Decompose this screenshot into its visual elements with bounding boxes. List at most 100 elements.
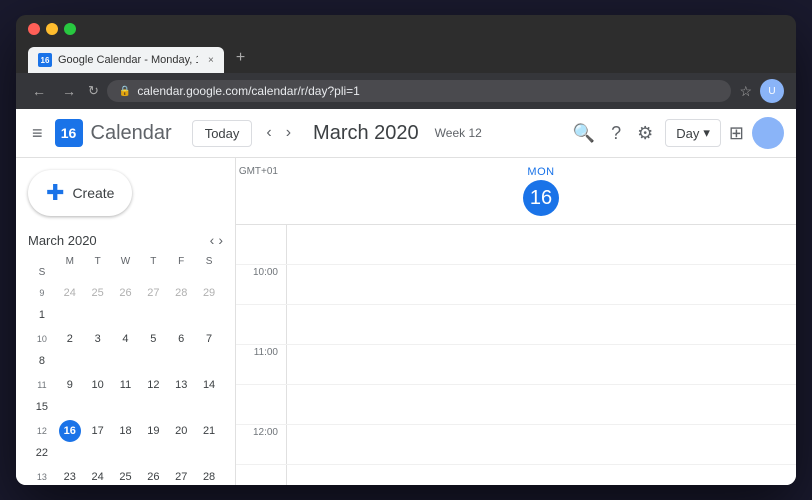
mini-calendar-day[interactable]: 15 <box>31 396 53 418</box>
mini-week-number: 10 <box>28 328 56 350</box>
mini-calendar-day[interactable]: 27 <box>170 466 192 485</box>
calendar-header: ≡ 16 Calendar Today ‹ › March 2020 Week … <box>16 109 796 158</box>
mini-week-row: 119101112131415 <box>28 374 223 418</box>
forward-button[interactable]: → <box>58 81 80 101</box>
settings-button[interactable]: ⚙ <box>633 119 657 148</box>
mini-day-label: S <box>195 256 223 267</box>
new-tab-button[interactable]: + <box>228 43 253 73</box>
active-tab[interactable]: 16 Google Calendar - Monday, 16 ... × <box>28 47 224 73</box>
mini-calendar-day[interactable]: 11 <box>114 374 136 396</box>
time-slot[interactable] <box>286 345 796 384</box>
next-date-button[interactable]: › <box>280 120 297 146</box>
create-plus-icon: ✚ <box>46 180 64 206</box>
time-slot[interactable] <box>286 225 796 264</box>
mini-day-label: W <box>112 256 140 267</box>
prev-date-button[interactable]: ‹ <box>260 120 277 146</box>
time-row <box>236 225 796 265</box>
mini-calendar-day[interactable]: 26 <box>142 466 164 485</box>
mini-calendar-day[interactable]: 27 <box>142 282 164 304</box>
today-button[interactable]: Today <box>192 120 253 147</box>
mini-calendar-day[interactable]: 8 <box>31 350 53 372</box>
mini-calendar-day[interactable]: 14 <box>198 374 220 396</box>
mini-nav-buttons: ‹ › <box>210 232 223 248</box>
time-row <box>236 305 796 345</box>
maximize-window-button[interactable] <box>64 23 76 35</box>
mini-calendar-day[interactable]: 25 <box>114 466 136 485</box>
back-button[interactable]: ← <box>28 81 50 101</box>
mini-calendar-day[interactable]: 29 <box>198 282 220 304</box>
user-avatar[interactable] <box>752 117 784 149</box>
mini-calendar-day[interactable]: 19 <box>142 420 164 442</box>
mini-calendar-day[interactable]: 6 <box>170 328 192 350</box>
mini-day-label: F <box>167 256 195 267</box>
mini-calendar-day[interactable]: 20 <box>170 420 192 442</box>
mini-week-row: 1216 1718 19 20 21 22 <box>28 420 223 464</box>
time-label <box>236 385 286 424</box>
search-button[interactable]: 🔍 <box>569 119 599 148</box>
mini-calendar-day[interactable]: 21 <box>198 420 220 442</box>
reload-button[interactable]: ↻ <box>88 83 99 99</box>
mini-calendar-day[interactable]: 2 <box>59 328 81 350</box>
day-view-header: GMT+01 MON 16 <box>236 158 796 225</box>
time-row <box>236 385 796 425</box>
mini-calendar-day[interactable]: 25 <box>87 282 109 304</box>
mini-calendar-day[interactable]: 28 <box>198 466 220 485</box>
tabs-bar: 16 Google Calendar - Monday, 16 ... × + <box>28 43 784 73</box>
calendar-page: ≡ 16 Calendar Today ‹ › March 2020 Week … <box>16 109 796 485</box>
create-event-button[interactable]: ✚ Create <box>28 170 132 216</box>
traffic-lights <box>28 23 784 35</box>
mini-calendar-day[interactable]: 3 <box>87 328 109 350</box>
mini-calendar-day[interactable]: 4 <box>114 328 136 350</box>
mini-week-number: 12 <box>28 420 56 442</box>
time-label: 12:00 <box>236 425 286 464</box>
tab-favicon: 16 <box>38 53 52 67</box>
calendar-logo-text: Calendar <box>91 122 172 145</box>
minimize-window-button[interactable] <box>46 23 58 35</box>
browser-profile-avatar[interactable]: U <box>760 79 784 103</box>
mini-calendar-day[interactable]: 23 <box>59 466 81 485</box>
bookmark-icon[interactable]: ☆ <box>739 83 752 100</box>
hamburger-menu-button[interactable]: ≡ <box>28 119 47 148</box>
mini-calendar-day[interactable]: 16 <box>59 420 81 442</box>
help-button[interactable]: ? <box>607 119 625 148</box>
mini-day-label: M <box>56 256 84 267</box>
mini-calendar-day[interactable]: 28 <box>170 282 192 304</box>
mini-calendar-day[interactable]: 22 <box>31 442 53 464</box>
mini-calendar-day[interactable]: 13 <box>170 374 192 396</box>
mini-calendar-day[interactable]: 18 <box>114 420 136 442</box>
mini-next-button[interactable]: › <box>218 232 223 248</box>
time-slot[interactable] <box>286 385 796 424</box>
mini-week-number: 9 <box>28 282 56 304</box>
time-slot[interactable] <box>286 265 796 304</box>
time-label <box>236 465 286 485</box>
view-selector[interactable]: Day ▾ <box>665 119 721 147</box>
mini-calendar-day[interactable]: 5 <box>142 328 164 350</box>
close-window-button[interactable] <box>28 23 40 35</box>
mini-calendar-day[interactable]: 17 <box>87 420 109 442</box>
time-row: 10:00 <box>236 265 796 305</box>
address-bar: ← → ↻ 🔒 calendar.google.com/calendar/r/d… <box>16 73 796 109</box>
tab-title: Google Calendar - Monday, 16 ... <box>58 54 198 66</box>
mini-prev-button[interactable]: ‹ <box>210 232 215 248</box>
time-slot[interactable] <box>286 465 796 485</box>
mini-calendar-day[interactable]: 7 <box>198 328 220 350</box>
mini-calendar-weeks: 9242526272829110234567811910111213141512… <box>28 282 223 485</box>
mini-calendar-day[interactable]: 24 <box>87 466 109 485</box>
grid-view-button[interactable]: ⊞ <box>729 123 744 144</box>
mini-calendar-day[interactable]: 24 <box>59 282 81 304</box>
time-slot[interactable] <box>286 305 796 344</box>
mini-calendar-day[interactable]: 1 <box>31 304 53 326</box>
browser-window: 16 Google Calendar - Monday, 16 ... × + … <box>16 15 796 485</box>
day-number-circle[interactable]: 16 <box>523 180 559 216</box>
mini-calendar-day[interactable]: 9 <box>59 374 81 396</box>
mini-day-label: T <box>139 256 167 267</box>
mini-day-label: T <box>84 256 112 267</box>
url-text: calendar.google.com/calendar/r/day?pli=1 <box>137 84 359 98</box>
mini-calendar-day[interactable]: 10 <box>87 374 109 396</box>
address-field[interactable]: 🔒 calendar.google.com/calendar/r/day?pli… <box>107 80 732 102</box>
tab-close-button[interactable]: × <box>208 55 214 66</box>
time-slot[interactable] <box>286 425 796 464</box>
mini-week-number: 13 <box>28 466 56 485</box>
mini-calendar-day[interactable]: 12 <box>142 374 164 396</box>
mini-calendar-day[interactable]: 26 <box>114 282 136 304</box>
